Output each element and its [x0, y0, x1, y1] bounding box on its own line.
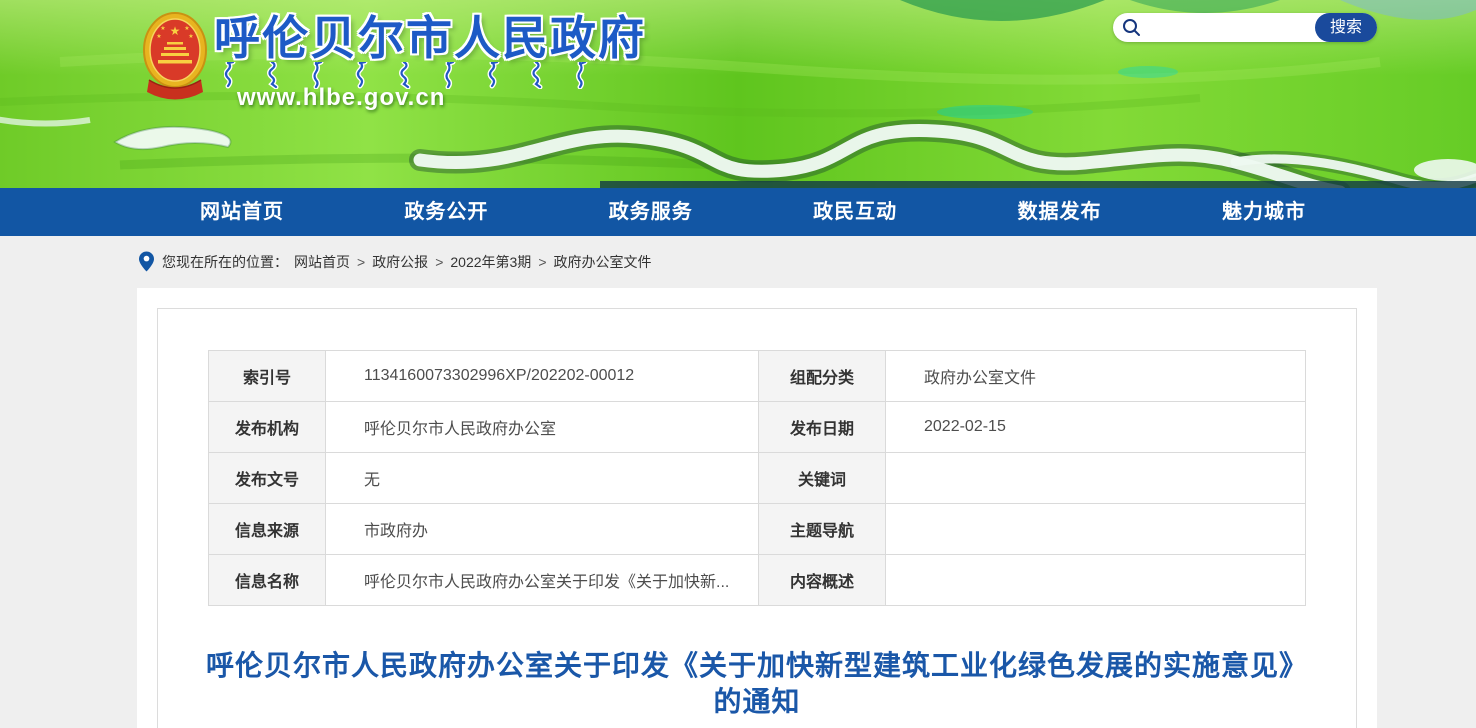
breadcrumb-separator: > — [538, 254, 546, 270]
meta-value-index-no: 1134160073302996XP/202202-00012 — [326, 351, 759, 402]
article-title: 呼伦贝尔市人民政府办公室关于印发《关于加快新型建筑工业化绿色发展的实施意见》的通… — [205, 648, 1309, 720]
svg-text:★: ★ — [184, 25, 189, 32]
breadcrumb: 您现在所在的位置： 网站首页 > 政府公报 > 2022年第3期 > 政府办公室… — [139, 251, 652, 272]
meta-label-source: 信息来源 — [209, 504, 326, 555]
breadcrumb-item-category[interactable]: 政府办公室文件 — [554, 252, 652, 272]
meta-value-doc-no: 无 — [326, 453, 759, 504]
meta-label-doc-no: 发布文号 — [209, 453, 326, 504]
meta-value-issuer: 呼伦贝尔市人民政府办公室 — [326, 402, 759, 453]
search-button[interactable]: 搜索 — [1315, 13, 1377, 42]
nav-item-gov-info[interactable]: 政务公开 — [404, 188, 488, 236]
svg-text:★: ★ — [188, 33, 193, 40]
svg-text:★: ★ — [160, 25, 165, 32]
table-row: 发布机构 呼伦贝尔市人民政府办公室 发布日期 2022-02-15 — [209, 402, 1306, 453]
location-pin-icon — [139, 251, 154, 272]
nav-item-home[interactable]: 网站首页 — [200, 188, 284, 236]
meta-label-index-no: 索引号 — [209, 351, 326, 402]
meta-value-source: 市政府办 — [326, 504, 759, 555]
meta-label-issuer: 发布机构 — [209, 402, 326, 453]
svg-text:★: ★ — [170, 24, 181, 38]
content-panel: 索引号 1134160073302996XP/202202-00012 组配分类… — [137, 288, 1377, 728]
table-row: 信息名称 呼伦贝尔市人民政府办公室关于印发《关于加快新... 内容概述 — [209, 555, 1306, 606]
nav-item-data[interactable]: 数据发布 — [1018, 188, 1102, 236]
table-row: 索引号 1134160073302996XP/202202-00012 组配分类… — [209, 351, 1306, 402]
main-navigation: 网站首页 政务公开 政务服务 政民互动 数据发布 魅力城市 — [0, 188, 1476, 236]
nav-item-gov-service[interactable]: 政务服务 — [609, 188, 693, 236]
meta-label-keywords: 关键词 — [759, 453, 886, 504]
meta-label-summary: 内容概述 — [759, 555, 886, 606]
document-box: 索引号 1134160073302996XP/202202-00012 组配分类… — [157, 308, 1357, 728]
meta-value-summary — [886, 555, 1306, 606]
table-row: 发布文号 无 关键词 — [209, 453, 1306, 504]
meta-value-pub-date: 2022-02-15 — [886, 402, 1306, 453]
breadcrumb-separator: > — [435, 254, 443, 270]
search-icon — [1122, 18, 1141, 37]
meta-label-topic-nav: 主题导航 — [759, 504, 886, 555]
site-url: www.hlbe.gov.cn — [237, 84, 445, 112]
meta-label-info-name: 信息名称 — [209, 555, 326, 606]
breadcrumb-prefix: 您现在所在的位置： — [162, 252, 288, 272]
national-emblem-icon: ★ ★ ★ ★ ★ — [143, 8, 207, 108]
site-title[interactable]: 呼伦贝尔市人民政府 — [214, 2, 646, 68]
document-meta-table: 索引号 1134160073302996XP/202202-00012 组配分类… — [208, 350, 1306, 606]
meta-value-info-name: 呼伦贝尔市人民政府办公室关于印发《关于加快新... — [326, 555, 759, 606]
site-banner: ★ ★ ★ ★ ★ 呼伦贝尔市人民政府 — [0, 0, 1476, 188]
meta-value-category: 政府办公室文件 — [886, 351, 1306, 402]
meta-label-pub-date: 发布日期 — [759, 402, 886, 453]
table-row: 信息来源 市政府办 主题导航 — [209, 504, 1306, 555]
meta-value-keywords — [886, 453, 1306, 504]
meta-value-topic-nav — [886, 504, 1306, 555]
svg-text:★: ★ — [156, 33, 161, 40]
breadcrumb-item-home[interactable]: 网站首页 — [294, 252, 350, 272]
breadcrumb-item-gazette[interactable]: 政府公报 — [372, 252, 428, 272]
meta-label-category: 组配分类 — [759, 351, 886, 402]
breadcrumb-item-issue[interactable]: 2022年第3期 — [450, 252, 531, 272]
nav-item-interaction[interactable]: 政民互动 — [813, 188, 897, 236]
breadcrumb-separator: > — [357, 254, 365, 270]
nav-item-city[interactable]: 魅力城市 — [1222, 188, 1306, 236]
search-bar[interactable]: 搜索 — [1113, 13, 1377, 42]
search-input[interactable] — [1141, 15, 1315, 40]
